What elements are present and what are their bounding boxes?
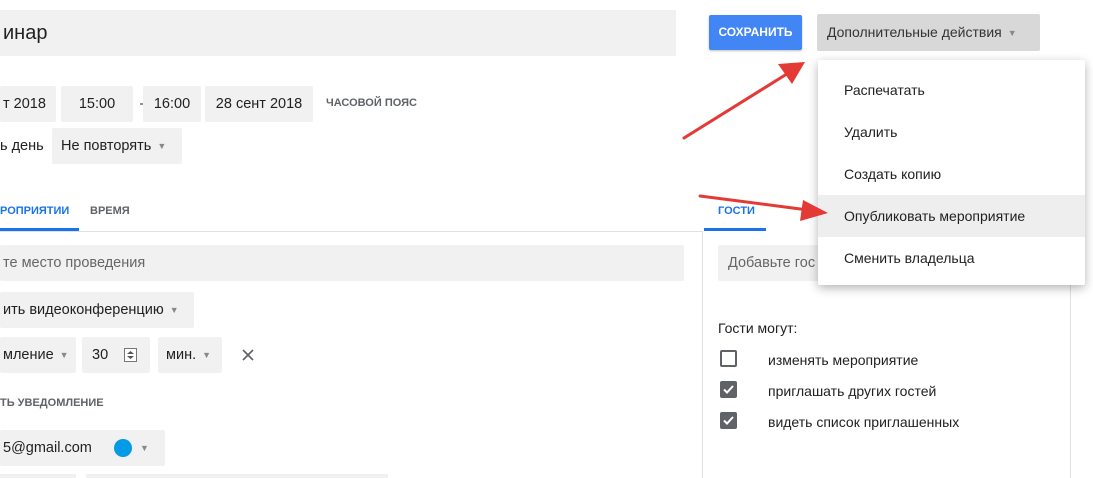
annotation-arrow-to-menu-button bbox=[682, 62, 805, 140]
annotation-arrows bbox=[682, 62, 828, 221]
annotation-arrow-to-publish bbox=[698, 194, 828, 221]
